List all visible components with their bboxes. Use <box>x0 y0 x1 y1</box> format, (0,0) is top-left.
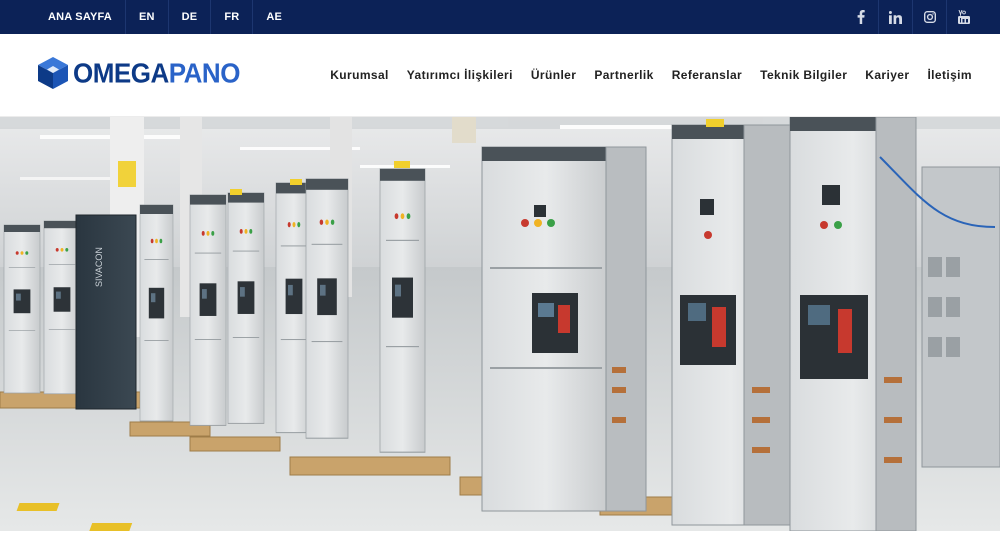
nav-yatirimci-iliskileri[interactable]: Yatırımcı İlişkileri <box>407 68 513 82</box>
top-links: ANA SAYFA EN DE FR AE <box>34 0 295 34</box>
sivacon-label: SIVACON <box>94 247 104 287</box>
site-header: OMEGAPANO Kurumsal Yatırımcı İlişkileri … <box>0 34 1000 117</box>
nav-kurumsal[interactable]: Kurumsal <box>330 68 389 82</box>
lang-ae-link[interactable]: AE <box>253 0 295 34</box>
hero-image: SIVACON <box>0 117 1000 531</box>
instagram-icon[interactable] <box>912 0 946 34</box>
social-links <box>844 0 980 34</box>
linkedin-icon[interactable] <box>878 0 912 34</box>
top-bar: ANA SAYFA EN DE FR AE <box>0 0 1000 34</box>
lang-en-link[interactable]: EN <box>126 0 169 34</box>
facebook-icon[interactable] <box>844 0 878 34</box>
cube-logo-icon <box>38 57 68 89</box>
nav-urunler[interactable]: Ürünler <box>531 68 576 82</box>
omegapano-logo[interactable]: OMEGAPANO <box>37 56 240 90</box>
logo-text-pano: PANO <box>168 57 241 89</box>
logo-text-omega: OMEGA <box>73 57 169 89</box>
nav-teknik-bilgiler[interactable]: Teknik Bilgiler <box>760 68 847 82</box>
youtube-icon[interactable] <box>946 0 980 34</box>
lang-fr-link[interactable]: FR <box>211 0 254 34</box>
main-nav: Kurumsal Yatırımcı İlişkileri Ürünler Pa… <box>330 68 972 82</box>
home-link[interactable]: ANA SAYFA <box>34 0 126 34</box>
nav-referanslar[interactable]: Referanslar <box>672 68 742 82</box>
nav-iletisim[interactable]: İletişim <box>927 68 972 82</box>
logo-text: OMEGAPANO <box>73 59 240 86</box>
lang-de-link[interactable]: DE <box>169 0 212 34</box>
nav-partnerlik[interactable]: Partnerlik <box>594 68 653 82</box>
nav-kariyer[interactable]: Kariyer <box>865 68 909 82</box>
